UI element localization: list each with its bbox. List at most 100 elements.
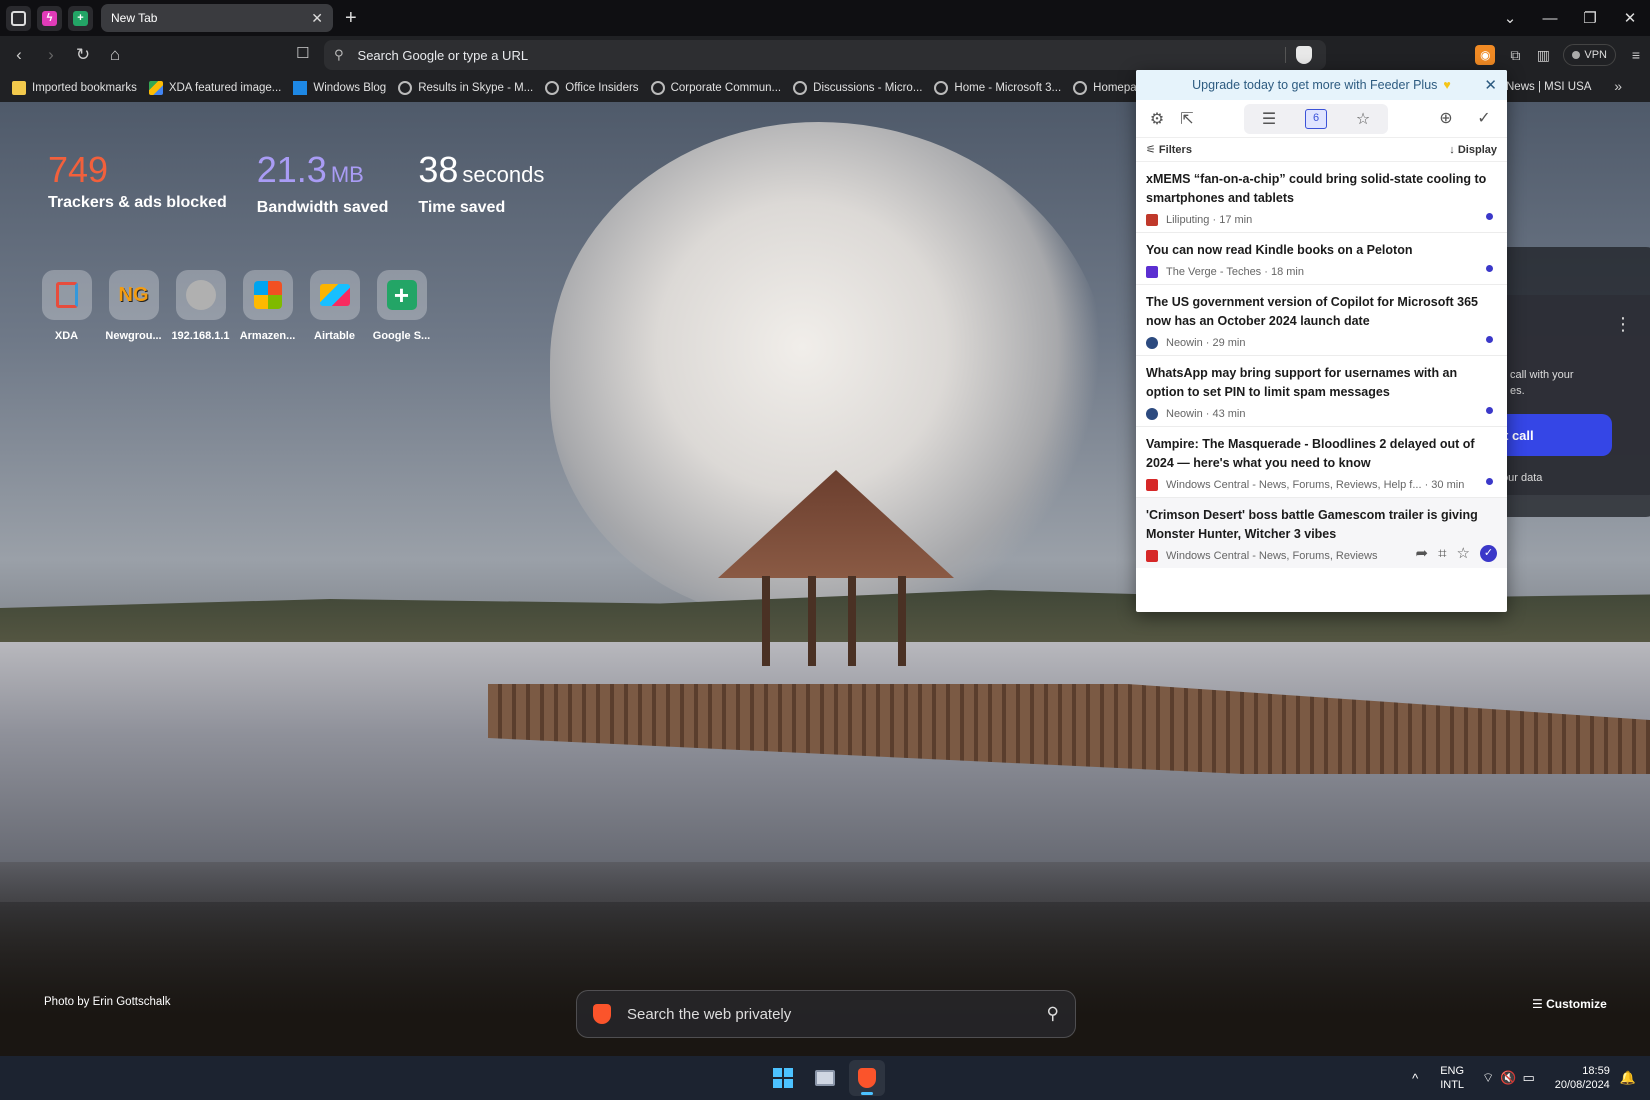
bookmark-item[interactable]: Results in Skype - M... [398, 81, 533, 95]
feed-list: xMEMS “fan-on-a-chip” could bring solid-… [1136, 162, 1507, 568]
star-icon[interactable]: ☆ [1457, 544, 1470, 562]
mark-all-read-icon[interactable]: ✓ [1469, 108, 1499, 128]
feed-item[interactable]: WhatsApp may bring support for usernames… [1136, 356, 1507, 427]
top-site-tile[interactable]: + Google S... [373, 270, 430, 342]
router-icon [185, 280, 216, 310]
bookmark-icon[interactable]: ☐ [296, 44, 309, 62]
globe-icon [398, 81, 413, 95]
forward-button[interactable]: › [38, 45, 64, 65]
bookmark-item[interactable]: Homepa [1073, 81, 1137, 95]
reload-button[interactable]: ↻ [70, 45, 96, 65]
bookmark-item[interactable]: Corporate Commun... [650, 81, 782, 95]
extensions-icon[interactable]: ⧉ [1501, 47, 1529, 64]
photo-credit[interactable]: Photo by Erin Gottschalk [44, 996, 171, 1008]
feed-item-age: 43 min [1212, 408, 1246, 420]
taskbar-time: 18:59 [1582, 1065, 1610, 1077]
feed-item-source: The Verge - Teches [1166, 266, 1262, 278]
display-button[interactable]: ↓ Display [1449, 144, 1497, 156]
mark-read-check-icon[interactable]: ✓ [1480, 544, 1497, 562]
feed-item-source: Windows Central - News, Forums, Reviews,… [1166, 479, 1422, 491]
tag-icon[interactable]: ⌗ [1438, 545, 1446, 562]
private-search-box[interactable]: Search the web privately ⚲ [576, 990, 1076, 1038]
feeder-toolbar: ⚙ ⇱ ☰ 6 ☆ ⊕ ✓ [1136, 100, 1507, 138]
top-site-tile[interactable]: NG Newgrou... [105, 270, 162, 342]
bookmark-item[interactable]: Windows Blog [293, 81, 386, 95]
vpn-button[interactable]: VPN [1563, 44, 1616, 66]
top-site-tile[interactable]: Armazen... [240, 270, 295, 342]
bookmark-label: Corporate Commun... [670, 82, 782, 94]
list-view-icon[interactable]: ☰ [1255, 109, 1283, 129]
feed-item[interactable]: 'Crimson Desert' boss battle Gamescom tr… [1136, 498, 1507, 568]
gear-icon[interactable]: ⚙ [1142, 109, 1172, 129]
back-button[interactable]: ‹ [6, 45, 32, 65]
bookmark-item[interactable]: XDA featured image... [148, 81, 281, 95]
pinned-tab-2[interactable]: ϟ [37, 5, 62, 31]
feed-item[interactable]: xMEMS “fan-on-a-chip” could bring solid-… [1136, 162, 1507, 233]
tab-search-button[interactable]: ⌄ [1490, 9, 1530, 27]
new-tab-button[interactable]: + [345, 7, 357, 30]
chevron-up-icon[interactable]: ^ [1412, 1071, 1418, 1086]
top-site-tile[interactable]: 192.168.1.1 [171, 270, 230, 342]
taskbar-clock[interactable]: 18:59 20/08/2024 [1555, 1064, 1610, 1092]
task-view-button[interactable] [807, 1060, 843, 1096]
feed-item-title: xMEMS “fan-on-a-chip” could bring solid-… [1146, 172, 1487, 205]
pinned-tab-3[interactable]: + [68, 5, 93, 31]
bookmarks-overflow-button[interactable]: » [1614, 78, 1622, 94]
language-indicator[interactable]: ENG INTL [1440, 1064, 1464, 1092]
close-icon[interactable]: ✕ [1484, 76, 1497, 94]
add-feed-icon[interactable]: ⊕ [1431, 108, 1461, 128]
gazebo-post [762, 576, 770, 666]
bookmark-item-msi[interactable]: News | MSI USA [1506, 81, 1591, 93]
feed-item[interactable]: Vampire: The Masquerade - Bloodlines 2 d… [1136, 427, 1507, 498]
private-search-placeholder: Search the web privately [627, 1005, 792, 1023]
close-window-button[interactable]: ✕ [1610, 9, 1650, 27]
feeder-rss-icon[interactable]: ◉ [1475, 45, 1496, 65]
feed-item[interactable]: The US government version of Copilot for… [1136, 285, 1507, 356]
network-volume-battery-icons[interactable]: ⌔🔇▭ [1482, 1070, 1541, 1086]
close-icon[interactable]: ✕ [311, 10, 323, 27]
privacy-stats: 749 Trackers & ads blocked 21.3 MB Bandwi… [48, 150, 544, 217]
top-site-label: 192.168.1.1 [171, 330, 230, 342]
bookmark-item[interactable]: Office Insiders [545, 81, 639, 95]
customize-button[interactable]: ☰ Customize [1532, 997, 1607, 1011]
card-menu-icon[interactable]: ⋮ [1614, 314, 1632, 335]
language-line: INTL [1440, 1079, 1465, 1091]
open-external-icon[interactable]: ⇱ [1172, 109, 1202, 129]
globe-icon [545, 81, 560, 95]
source-icon [1146, 214, 1158, 226]
tab-title: New Tab [111, 11, 158, 25]
minimize-button[interactable]: — [1530, 10, 1570, 27]
search-icon[interactable]: ⚲ [1047, 1004, 1059, 1024]
tab-new-tab[interactable]: New Tab ✕ [101, 4, 333, 32]
top-site-tile[interactable]: XDA [40, 270, 93, 342]
start-button[interactable] [765, 1060, 801, 1096]
star-icon[interactable]: ☆ [1349, 109, 1377, 129]
top-site-tile[interactable]: Airtable [308, 270, 361, 342]
bookmark-label: Imported bookmarks [32, 82, 137, 94]
unread-dot-icon [1486, 407, 1493, 414]
feed-item-source: Windows Central - News, Forums, Reviews [1166, 550, 1378, 562]
top-site-label: Newgrou... [105, 330, 162, 342]
notification-bell-icon[interactable]: 🔔 [1620, 1070, 1636, 1086]
sidebar-icon[interactable]: ▥ [1529, 47, 1557, 64]
bookmark-item[interactable]: Imported bookmarks [12, 81, 137, 95]
menu-icon[interactable]: ≡ [1622, 47, 1650, 63]
bookmark-item[interactable]: Discussions - Micro... [793, 81, 922, 95]
folder-icon [12, 81, 26, 95]
unread-count-tab[interactable]: 6 [1305, 109, 1327, 129]
pinned-tab-1[interactable] [6, 5, 31, 31]
share-icon[interactable]: ➦ [1416, 544, 1429, 562]
bandwidth-unit: MB [330, 162, 364, 187]
omnibox[interactable]: ⚲ Search Google or type a URL [324, 40, 1326, 70]
feed-item-title: 'Crimson Desert' boss battle Gamescom tr… [1146, 508, 1478, 541]
taskbar-brave[interactable] [849, 1060, 885, 1096]
feed-item[interactable]: You can now read Kindle books on a Pelot… [1136, 233, 1507, 285]
home-button[interactable]: ⌂ [102, 45, 128, 65]
time-unit: seconds [462, 162, 545, 187]
restore-button[interactable]: ❐ [1570, 9, 1610, 27]
upgrade-banner[interactable]: Upgrade today to get more with Feeder Pl… [1136, 70, 1507, 100]
brave-shields-icon[interactable] [1296, 46, 1312, 64]
bookmark-item[interactable]: Home - Microsoft 3... [934, 81, 1061, 95]
filters-button[interactable]: ⚟ Filters [1146, 143, 1192, 156]
bandwidth-label: Bandwidth saved [256, 199, 389, 216]
